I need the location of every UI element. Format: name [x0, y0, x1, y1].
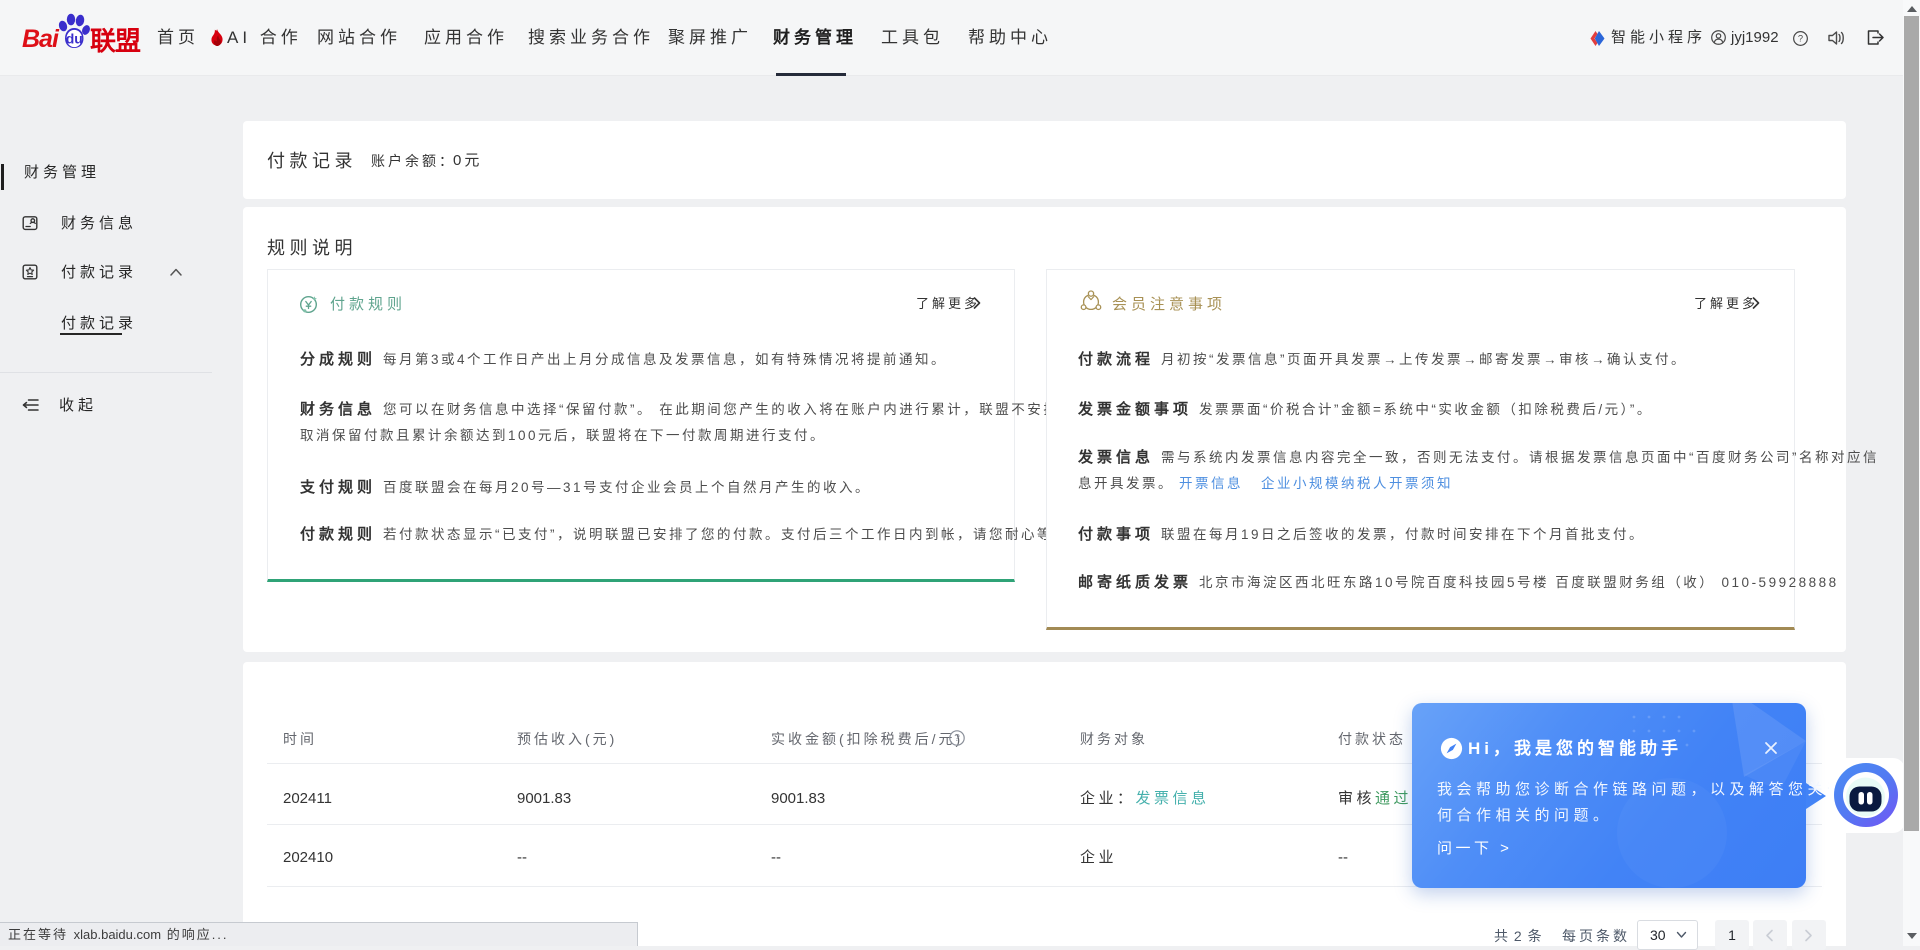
svg-text:?: ?	[954, 733, 960, 744]
svg-text:?: ?	[1798, 34, 1803, 44]
svg-text:du: du	[66, 31, 83, 47]
